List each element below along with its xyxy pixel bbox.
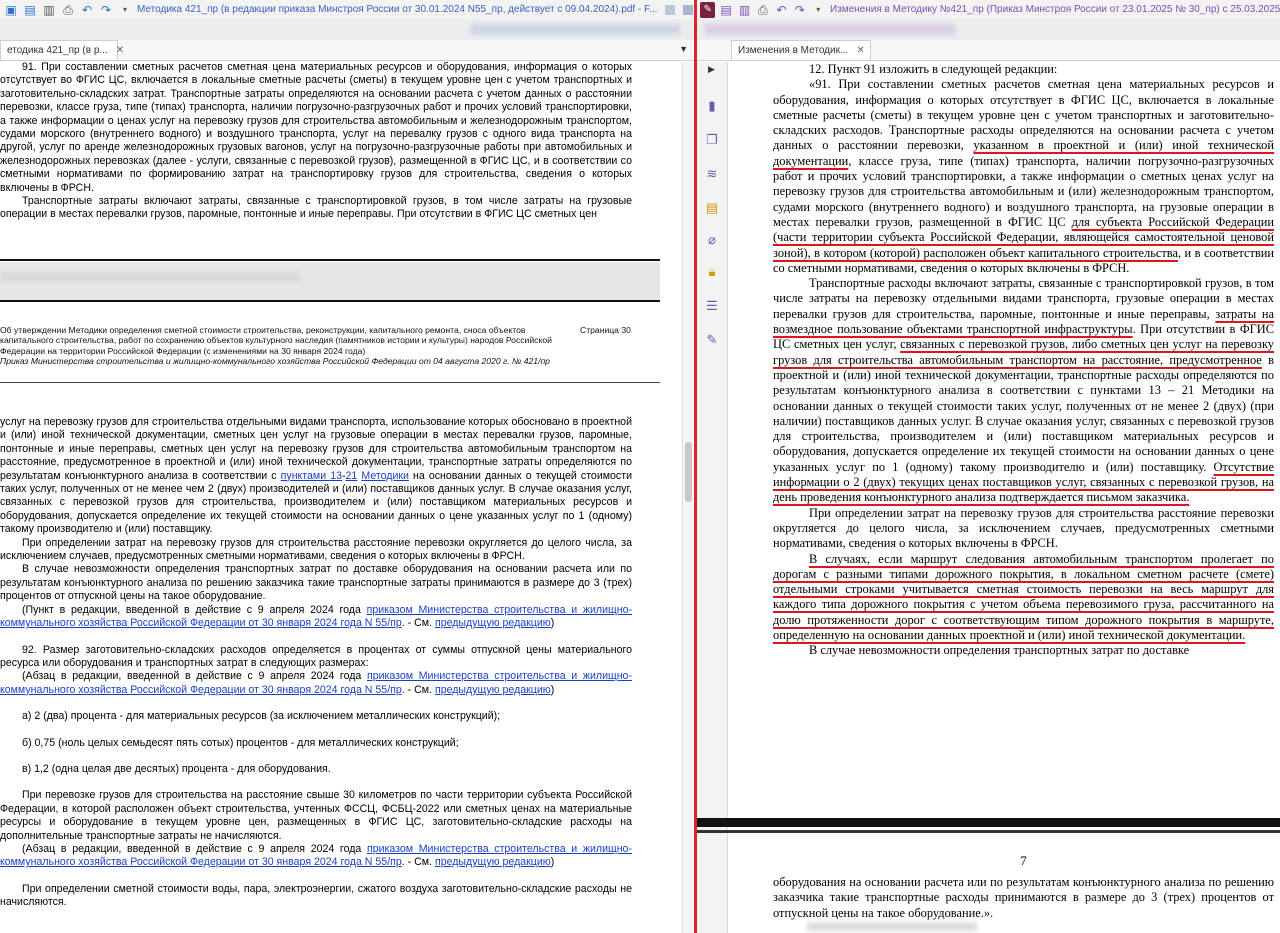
page-break-line <box>0 300 660 302</box>
new-paragraph-transport: Транспортные расходы включают затраты, с… <box>773 276 1275 505</box>
link-methodology[interactable]: Методики <box>361 470 409 482</box>
chevron-right-icon[interactable]: ▶ <box>708 64 715 75</box>
comments-icon[interactable]: ▤ <box>704 200 720 216</box>
left-page-top: 91. При составлении сметных расчетов сме… <box>0 61 632 222</box>
left-toolbar: ▣ ▤ ▥ ⎙ ↶ ↷ ▾ Методика 421_пр (в редакци… <box>0 0 694 20</box>
print-icon[interactable]: ⎙ <box>755 2 770 18</box>
new-paragraph-distance: При определении затрат на перевозку груз… <box>773 505 1274 551</box>
right-page-text: 12. Пункт 91 изложить в следующей редакц… <box>773 62 1274 659</box>
header-order: Приказ Министерства строительства и жили… <box>0 356 550 367</box>
page-break-scan <box>697 830 1280 833</box>
forms-icon[interactable]: ☰ <box>704 298 720 314</box>
layers-icon[interactable]: ≋ <box>704 166 720 182</box>
item-b: б) 0,75 (ноль целых семьдесят пять сотых… <box>22 736 459 749</box>
toolbar-swatch[interactable] <box>665 4 676 15</box>
paragraph-body-5: При определении сметной стоимости воды, … <box>0 882 632 909</box>
paragraph-body-2: При определении затрат на перевозку груз… <box>0 536 632 563</box>
paragraph-body-3: В случае невозможности определения транс… <box>0 563 632 603</box>
highlight-change: В случаях, если маршрут следования автом… <box>773 551 1274 642</box>
left-document-pane: ▣ ▤ ▥ ⎙ ↶ ↷ ▾ Методика 421_пр (в редакци… <box>0 0 694 933</box>
new-paragraph-91: «91. При составлении сметных расчетов см… <box>773 77 1274 275</box>
page-header: Об утверждении Методики определения смет… <box>0 325 560 367</box>
header-rule <box>0 382 660 383</box>
right-window-title: Изменения в Методику №421_пр (Приказ Мин… <box>829 4 1280 15</box>
right-toolbar: ✎ ▤ ▥ ⎙ ↶ ↷ ▾ Изменения в Методику №421_… <box>697 0 1280 20</box>
page-break-scan <box>697 818 1280 827</box>
link-previous-edition[interactable]: предыдущую редакцию <box>435 617 551 629</box>
print-icon[interactable]: ⎙ <box>60 2 76 18</box>
attachments-icon[interactable]: ⌀ <box>704 232 720 248</box>
blurred-strip <box>0 19 694 40</box>
item-a: а) 2 (два) процента - для материальных р… <box>22 710 501 723</box>
right-tab-bar: Изменения в Методик... ✕ <box>697 40 1280 61</box>
blurred-footer <box>807 922 977 931</box>
tab-label: етодика 421_пр (в р... <box>7 45 108 56</box>
menu-icon[interactable]: ▾ <box>811 2 826 18</box>
note-2: (Абзац в редакции, введенной в действие … <box>0 670 632 696</box>
pdf-app-icon[interactable]: ✎ <box>700 1 716 18</box>
link-previous-edition[interactable]: предыдущую редакцию <box>435 684 551 696</box>
paragraph-91: 91. При составлении сметных расчетов сме… <box>0 61 632 194</box>
redo-icon[interactable]: ↷ <box>98 2 114 18</box>
right-page-next: оборудования на основании расчета или по… <box>773 875 1274 921</box>
right-document-pane: ✎ ▤ ▥ ⎙ ↶ ↷ ▾ Изменения в Методику №421_… <box>697 0 1280 933</box>
tab-left-document[interactable]: етодика 421_пр (в р... ✕ <box>0 40 124 60</box>
left-scrollbar[interactable] <box>682 62 694 933</box>
open-icon[interactable]: ▥ <box>41 2 57 18</box>
page-number: 7 <box>773 853 1274 869</box>
menu-icon[interactable]: ▾ <box>117 2 133 18</box>
new-paragraph-impossibility: В случае невозможности определения транс… <box>809 643 1190 658</box>
page-break-line <box>0 259 660 261</box>
close-icon[interactable]: ✕ <box>856 45 864 56</box>
note-1: (Пункт в редакции, введенной в действие … <box>0 603 632 630</box>
page-gap <box>0 262 660 300</box>
navigation-rail: ▶ ▮ ❐ ≋ ▤ ⌀ 🔒︎ ☰ ✎ <box>697 62 728 933</box>
header-page-number: Страница 30 <box>580 325 631 336</box>
tab-label: Изменения в Методик... <box>738 45 849 56</box>
paragraph-transport: Транспортные затраты включают затраты, с… <box>0 195 632 221</box>
paragraph-92: 92. Размер заготовительно-складских расх… <box>0 643 632 669</box>
paragraph-body-4: При перевозке грузов для строительства н… <box>0 789 632 842</box>
toolbar-swatch[interactable] <box>683 4 694 15</box>
left-tab-bar: етодика 421_пр (в р... ✕ ▼ <box>0 40 694 61</box>
left-window-title: Методика 421_пр (в редакции приказа Минс… <box>137 4 658 15</box>
pages-icon[interactable]: ❐ <box>704 132 720 148</box>
tab-right-document[interactable]: Изменения в Методик... ✕ <box>731 40 871 60</box>
blurred-strip <box>697 19 1280 40</box>
open-icon[interactable]: ▥ <box>737 2 752 18</box>
note-3: (Абзац в редакции, введенной в действие … <box>0 842 632 869</box>
undo-icon[interactable]: ↶ <box>79 2 95 18</box>
amendment-heading: 12. Пункт 91 изложить в следующей редакц… <box>809 62 1058 76</box>
item-v: в) 1,2 (одна целая две десятых) процента… <box>22 762 331 775</box>
link-item-21[interactable]: 21 <box>346 470 358 482</box>
save-icon[interactable]: ▤ <box>22 2 38 18</box>
scrollbar-thumb[interactable] <box>685 442 692 502</box>
new-doc-icon[interactable]: ▣ <box>3 2 19 18</box>
header-title: Об утверждении Методики определения смет… <box>0 325 552 356</box>
redo-icon[interactable]: ↷ <box>792 2 807 18</box>
undo-icon[interactable]: ↶ <box>774 2 789 18</box>
new-paragraph-road-types: В случаях, если маршрут следования автом… <box>773 552 1274 644</box>
paragraph-body-1: услуг на перевозку грузов для строительс… <box>0 416 632 536</box>
left-page-body: услуг на перевозку грузов для строительс… <box>0 416 632 910</box>
close-icon[interactable]: ✕ <box>116 45 124 56</box>
link-previous-edition[interactable]: предыдущую редакцию <box>435 856 551 868</box>
bookmarks-icon[interactable]: ▮ <box>704 98 720 114</box>
link-items-13[interactable]: пунктами 13 <box>281 470 342 482</box>
sign-icon[interactable]: ✎ <box>704 332 720 348</box>
security-icon[interactable]: 🔒︎ <box>704 264 720 280</box>
chevron-down-icon[interactable]: ▼ <box>679 44 688 54</box>
save-icon[interactable]: ▤ <box>718 2 733 18</box>
